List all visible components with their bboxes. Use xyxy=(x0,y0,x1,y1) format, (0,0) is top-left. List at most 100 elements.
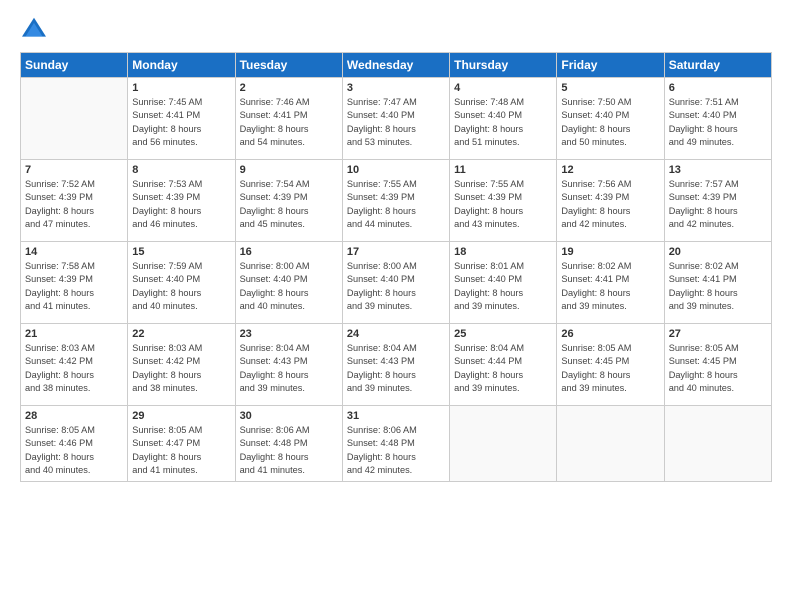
calendar-day-cell: 8 Sunrise: 7:53 AM Sunset: 4:39 PM Daylig… xyxy=(128,160,235,242)
day-info: Sunrise: 8:05 AM Sunset: 4:45 PM Dayligh… xyxy=(561,342,659,395)
day-number: 26 xyxy=(561,328,659,340)
calendar-week-row: 14Sunrise: 7:58 AM Sunset: 4:39 PM Dayli… xyxy=(21,242,772,324)
day-info: Sunrise: 8:05 AM Sunset: 4:46 PM Dayligh… xyxy=(25,424,123,477)
day-number: 4 xyxy=(454,82,552,94)
day-info: Sunrise: 7:55 AM Sunset: 4:39 PM Dayligh… xyxy=(454,178,552,231)
calendar-day-cell: 31 Sunrise: 8:06 AM Sunset: 4:48 PM Dayli… xyxy=(342,406,449,482)
calendar-day-cell: 9Sunrise: 7:54 AM Sunset: 4:39 PM Daylig… xyxy=(235,160,342,242)
day-number: 8 xyxy=(132,164,230,176)
calendar-week-row: 1 Sunrise: 7:45 AM Sunset: 4:41 PM Daylig… xyxy=(21,78,772,160)
day-number: 7 xyxy=(25,164,123,176)
calendar-day-cell: 4 Sunrise: 7:48 AM Sunset: 4:40 PM Daylig… xyxy=(450,78,557,160)
day-number: 23 xyxy=(240,328,338,340)
calendar-day-cell: 2Sunrise: 7:46 AM Sunset: 4:41 PM Daylig… xyxy=(235,78,342,160)
day-info: Sunrise: 7:55 AM Sunset: 4:39 PM Dayligh… xyxy=(347,178,445,231)
calendar-day-cell: 19 Sunrise: 8:02 AM Sunset: 4:41 PM Dayli… xyxy=(557,242,664,324)
day-number: 30 xyxy=(240,410,338,422)
day-info: Sunrise: 8:04 AM Sunset: 4:43 PM Dayligh… xyxy=(240,342,338,395)
day-info: Sunrise: 8:05 AM Sunset: 4:47 PM Dayligh… xyxy=(132,424,230,477)
calendar-day-cell: 24 Sunrise: 8:04 AM Sunset: 4:43 PM Dayli… xyxy=(342,324,449,406)
day-number: 17 xyxy=(347,246,445,258)
day-info: Sunrise: 8:00 AM Sunset: 4:40 PM Dayligh… xyxy=(240,260,338,313)
day-number: 6 xyxy=(669,82,767,94)
calendar-day-cell xyxy=(557,406,664,482)
day-number: 27 xyxy=(669,328,767,340)
calendar-day-cell: 27 Sunrise: 8:05 AM Sunset: 4:45 PM Dayli… xyxy=(664,324,771,406)
calendar-day-cell: 5 Sunrise: 7:50 AM Sunset: 4:40 PM Daylig… xyxy=(557,78,664,160)
calendar-day-cell: 18 Sunrise: 8:01 AM Sunset: 4:40 PM Dayli… xyxy=(450,242,557,324)
day-info: Sunrise: 8:01 AM Sunset: 4:40 PM Dayligh… xyxy=(454,260,552,313)
header xyxy=(20,16,772,40)
day-info: Sunrise: 8:05 AM Sunset: 4:45 PM Dayligh… xyxy=(669,342,767,395)
calendar-table: SundayMondayTuesdayWednesdayThursdayFrid… xyxy=(20,52,772,482)
day-number: 21 xyxy=(25,328,123,340)
calendar-day-cell: 14Sunrise: 7:58 AM Sunset: 4:39 PM Dayli… xyxy=(21,242,128,324)
calendar-day-cell: 7 Sunrise: 7:52 AM Sunset: 4:39 PM Daylig… xyxy=(21,160,128,242)
day-number: 28 xyxy=(25,410,123,422)
day-number: 25 xyxy=(454,328,552,340)
calendar-day-cell: 29Sunrise: 8:05 AM Sunset: 4:47 PM Dayli… xyxy=(128,406,235,482)
logo-icon xyxy=(20,16,48,40)
day-info: Sunrise: 8:06 AM Sunset: 4:48 PM Dayligh… xyxy=(347,424,445,477)
day-info: Sunrise: 7:59 AM Sunset: 4:40 PM Dayligh… xyxy=(132,260,230,313)
day-info: Sunrise: 8:04 AM Sunset: 4:44 PM Dayligh… xyxy=(454,342,552,395)
calendar-day-cell: 26 Sunrise: 8:05 AM Sunset: 4:45 PM Dayli… xyxy=(557,324,664,406)
weekday-header: Wednesday xyxy=(342,53,449,78)
calendar-day-cell: 20Sunrise: 8:02 AM Sunset: 4:41 PM Dayli… xyxy=(664,242,771,324)
day-number: 24 xyxy=(347,328,445,340)
calendar-day-cell: 16 Sunrise: 8:00 AM Sunset: 4:40 PM Dayli… xyxy=(235,242,342,324)
day-number: 12 xyxy=(561,164,659,176)
calendar-day-cell: 23 Sunrise: 8:04 AM Sunset: 4:43 PM Dayli… xyxy=(235,324,342,406)
day-number: 18 xyxy=(454,246,552,258)
day-info: Sunrise: 7:57 AM Sunset: 4:39 PM Dayligh… xyxy=(669,178,767,231)
day-info: Sunrise: 7:50 AM Sunset: 4:40 PM Dayligh… xyxy=(561,96,659,149)
calendar-day-cell: 17 Sunrise: 8:00 AM Sunset: 4:40 PM Dayli… xyxy=(342,242,449,324)
calendar-day-cell xyxy=(21,78,128,160)
day-number: 2 xyxy=(240,82,338,94)
day-number: 10 xyxy=(347,164,445,176)
day-info: Sunrise: 7:52 AM Sunset: 4:39 PM Dayligh… xyxy=(25,178,123,231)
day-info: Sunrise: 8:06 AM Sunset: 4:48 PM Dayligh… xyxy=(240,424,338,477)
calendar-page: SundayMondayTuesdayWednesdayThursdayFrid… xyxy=(0,0,792,612)
calendar-header-row: SundayMondayTuesdayWednesdayThursdayFrid… xyxy=(21,53,772,78)
day-info: Sunrise: 8:00 AM Sunset: 4:40 PM Dayligh… xyxy=(347,260,445,313)
calendar-day-cell: 25 Sunrise: 8:04 AM Sunset: 4:44 PM Dayli… xyxy=(450,324,557,406)
day-info: Sunrise: 8:03 AM Sunset: 4:42 PM Dayligh… xyxy=(25,342,123,395)
day-info: Sunrise: 8:04 AM Sunset: 4:43 PM Dayligh… xyxy=(347,342,445,395)
calendar-day-cell: 30 Sunrise: 8:06 AM Sunset: 4:48 PM Dayli… xyxy=(235,406,342,482)
calendar-day-cell: 1 Sunrise: 7:45 AM Sunset: 4:41 PM Daylig… xyxy=(128,78,235,160)
calendar-day-cell: 21 Sunrise: 8:03 AM Sunset: 4:42 PM Dayli… xyxy=(21,324,128,406)
day-info: Sunrise: 7:58 AM Sunset: 4:39 PM Dayligh… xyxy=(25,260,123,313)
day-number: 1 xyxy=(132,82,230,94)
calendar-day-cell: 10 Sunrise: 7:55 AM Sunset: 4:39 PM Dayli… xyxy=(342,160,449,242)
day-number: 16 xyxy=(240,246,338,258)
weekday-header: Tuesday xyxy=(235,53,342,78)
day-number: 11 xyxy=(454,164,552,176)
day-number: 9 xyxy=(240,164,338,176)
day-number: 13 xyxy=(669,164,767,176)
day-info: Sunrise: 8:03 AM Sunset: 4:42 PM Dayligh… xyxy=(132,342,230,395)
calendar-day-cell: 6Sunrise: 7:51 AM Sunset: 4:40 PM Daylig… xyxy=(664,78,771,160)
calendar-day-cell: 22Sunrise: 8:03 AM Sunset: 4:42 PM Dayli… xyxy=(128,324,235,406)
day-info: Sunrise: 7:53 AM Sunset: 4:39 PM Dayligh… xyxy=(132,178,230,231)
day-info: Sunrise: 7:56 AM Sunset: 4:39 PM Dayligh… xyxy=(561,178,659,231)
day-info: Sunrise: 8:02 AM Sunset: 4:41 PM Dayligh… xyxy=(669,260,767,313)
calendar-day-cell: 11 Sunrise: 7:55 AM Sunset: 4:39 PM Dayli… xyxy=(450,160,557,242)
day-info: Sunrise: 7:45 AM Sunset: 4:41 PM Dayligh… xyxy=(132,96,230,149)
weekday-header: Saturday xyxy=(664,53,771,78)
logo xyxy=(20,16,52,40)
day-info: Sunrise: 8:02 AM Sunset: 4:41 PM Dayligh… xyxy=(561,260,659,313)
day-number: 31 xyxy=(347,410,445,422)
weekday-header: Thursday xyxy=(450,53,557,78)
day-number: 19 xyxy=(561,246,659,258)
calendar-week-row: 21 Sunrise: 8:03 AM Sunset: 4:42 PM Dayli… xyxy=(21,324,772,406)
day-number: 15 xyxy=(132,246,230,258)
weekday-header: Friday xyxy=(557,53,664,78)
day-number: 3 xyxy=(347,82,445,94)
calendar-day-cell: 12 Sunrise: 7:56 AM Sunset: 4:39 PM Dayli… xyxy=(557,160,664,242)
calendar-day-cell xyxy=(450,406,557,482)
day-number: 5 xyxy=(561,82,659,94)
day-info: Sunrise: 7:48 AM Sunset: 4:40 PM Dayligh… xyxy=(454,96,552,149)
calendar-week-row: 28 Sunrise: 8:05 AM Sunset: 4:46 PM Dayli… xyxy=(21,406,772,482)
calendar-week-row: 7 Sunrise: 7:52 AM Sunset: 4:39 PM Daylig… xyxy=(21,160,772,242)
